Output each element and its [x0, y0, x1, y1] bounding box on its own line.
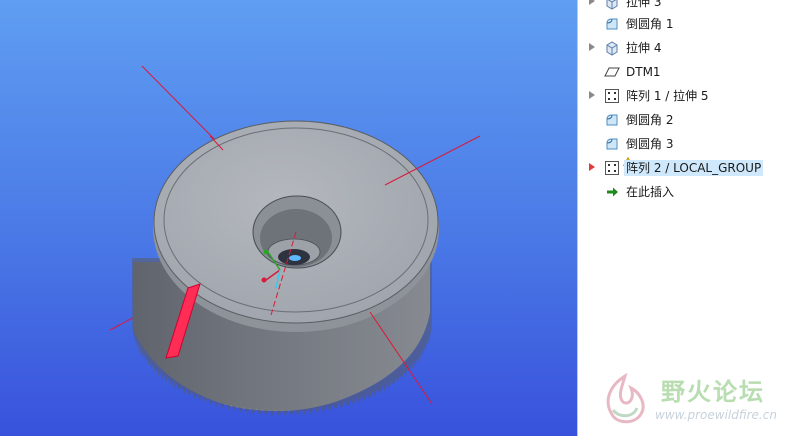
round-icon — [606, 138, 618, 150]
tree-item-label: 拉伸 3 — [626, 0, 662, 9]
tree-item-extrude-3[interactable]: 拉伸 3 — [578, 0, 803, 13]
tree-item-label: DTM1 — [626, 65, 661, 79]
watermark-title: 野火论坛 — [661, 378, 765, 406]
tree-item-round-3[interactable]: 倒圆角 3 — [578, 133, 803, 155]
graphics-viewport[interactable] — [0, 0, 577, 436]
expand-arrow-icon[interactable] — [589, 0, 595, 5]
tree-item-label: 倒圆角 3 — [626, 137, 674, 151]
expand-arrow-icon[interactable] — [589, 43, 595, 51]
part-model-3d[interactable] — [0, 0, 577, 436]
expand-arrow-icon[interactable] — [589, 163, 595, 171]
datum-axis-line — [141, 65, 226, 151]
tree-item-round-2[interactable]: 倒圆角 2 — [578, 109, 803, 131]
tree-item-label: 拉伸 4 — [626, 41, 662, 55]
tree-item-label: 阵列 1 / 拉伸 5 — [626, 89, 709, 103]
tree-item-round-1[interactable]: 倒圆角 1 — [578, 13, 803, 35]
tree-item-pattern-2-local-group[interactable]: 阵列 2 / LOCAL_GROUP — [578, 157, 803, 179]
tree-item-label: 倒圆角 2 — [626, 113, 674, 127]
extrude-icon — [606, 41, 618, 56]
forum-watermark: 野火论坛 www.proewildfire.cn — [595, 370, 800, 432]
round-icon — [606, 18, 618, 30]
tree-item-label: 倒圆角 1 — [626, 17, 674, 31]
tree-item-insert-here[interactable]: 在此插入 — [578, 181, 803, 203]
pattern-icon — [605, 89, 619, 103]
tree-item-extrude-4[interactable]: 拉伸 4 — [578, 37, 803, 59]
pattern-icon — [605, 161, 619, 175]
tree-item-dtm1[interactable]: DTM1 — [578, 61, 803, 83]
extrude-icon — [606, 0, 618, 10]
flame-logo-icon — [606, 372, 645, 424]
watermark-url: www.proewildfire.cn — [655, 408, 777, 422]
expand-arrow-icon[interactable] — [589, 91, 595, 99]
tree-item-label: 阵列 2 / LOCAL_GROUP — [624, 160, 764, 176]
tree-item-pattern-1[interactable]: 阵列 1 / 拉伸 5 — [578, 85, 803, 107]
insert-here-arrow-icon — [607, 187, 618, 197]
tree-item-label: 在此插入 — [626, 185, 675, 199]
center-hole-highlight — [289, 255, 301, 261]
datum-plane-icon — [604, 67, 620, 77]
round-icon — [606, 114, 618, 126]
